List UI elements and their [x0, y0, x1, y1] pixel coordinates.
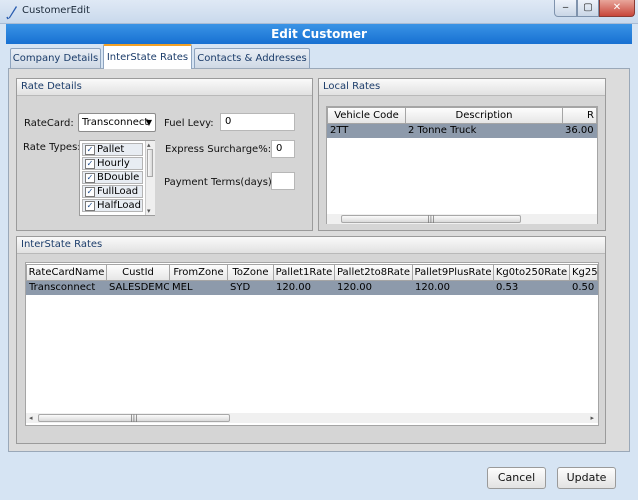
scroll-thumb[interactable]: |||: [341, 215, 521, 223]
cancel-button[interactable]: Cancel: [487, 467, 546, 489]
is-cell[interactable]: 120.00: [334, 281, 413, 295]
is-cell[interactable]: 120.00: [273, 281, 335, 295]
local-col-vehicle-code[interactable]: Vehicle Code: [327, 107, 406, 124]
scroll-right-icon[interactable]: ▸: [590, 413, 594, 423]
scroll-left-icon[interactable]: ◂: [29, 413, 33, 423]
app-feather-icon: [5, 4, 19, 20]
checkbox-checked-icon[interactable]: ✓: [85, 173, 95, 183]
is-col-fromzone[interactable]: FromZone: [169, 264, 228, 281]
rate-type-pallet[interactable]: ✓ Pallet: [82, 143, 143, 156]
page-title: Edit Customer: [6, 24, 632, 44]
express-surcharge-label: Express Surcharge%:: [165, 144, 272, 155]
fuel-levy-input[interactable]: 0: [220, 113, 295, 131]
payment-terms-label: Payment Terms(days): [164, 177, 272, 188]
local-cell[interactable]: 2 Tonne Truck: [405, 124, 563, 138]
rate-details-title: Rate Details: [17, 79, 312, 96]
is-cell[interactable]: Transconnect: [26, 281, 107, 295]
rate-types-list[interactable]: ✓ Pallet ✓ Hourly ✓ BDouble ✓ FullLoad ✓ Half…: [79, 140, 155, 216]
scroll-down-icon[interactable]: ▾: [147, 207, 151, 215]
title-bar: [0, 0, 638, 24]
rate-type-hourly[interactable]: ✓ Hourly: [82, 157, 143, 170]
local-col-description[interactable]: Description: [405, 107, 563, 124]
local-rates-title: Local Rates: [319, 79, 605, 96]
local-cell[interactable]: 2TT: [327, 124, 406, 138]
is-col-pallet9plusrate[interactable]: Pallet9PlusRate: [412, 264, 494, 281]
checkbox-checked-icon[interactable]: ✓: [85, 145, 95, 155]
checkbox-checked-icon[interactable]: ✓: [85, 187, 95, 197]
is-col-ratecardname[interactable]: RateCardName: [26, 264, 107, 281]
ratecard-value: Transconnect: [82, 117, 149, 128]
ratecard-select[interactable]: Transconnect ▼: [78, 113, 156, 132]
is-col-pallet1rate[interactable]: Pallet1Rate: [273, 264, 335, 281]
tab-contacts-addresses[interactable]: Contacts & Addresses: [194, 48, 310, 68]
rate-type-fullload[interactable]: ✓ FullLoad: [82, 185, 143, 198]
is-cell[interactable]: SALESDEMO: [106, 281, 170, 295]
is-col-kg0to250rate[interactable]: Kg0to250Rate: [493, 264, 570, 281]
express-surcharge-input[interactable]: 0: [271, 140, 295, 158]
rate-type-halfload[interactable]: ✓ HalfLoad: [82, 199, 143, 212]
is-cell[interactable]: 0.50: [569, 281, 598, 295]
rate-types-label: Rate Types:: [23, 142, 81, 153]
is-cell[interactable]: SYD: [227, 281, 274, 295]
interstate-rates-title: InterState Rates: [17, 237, 605, 254]
close-button[interactable]: ✕: [599, 0, 635, 17]
rate-type-bdouble[interactable]: ✓ BDouble: [82, 171, 143, 184]
is-col-custid[interactable]: CustId: [106, 264, 170, 281]
update-button[interactable]: Update: [557, 467, 616, 489]
scroll-thumb[interactable]: |||: [38, 414, 230, 422]
window-title: CustomerEdit: [22, 5, 90, 16]
scroll-thumb[interactable]: [147, 149, 153, 177]
ratecard-label: RateCard:: [24, 118, 74, 129]
local-col-rate[interactable]: R: [562, 107, 597, 124]
tab-company-details[interactable]: Company Details: [10, 48, 101, 68]
checkbox-checked-icon[interactable]: ✓: [85, 159, 95, 169]
checkbox-checked-icon[interactable]: ✓: [85, 201, 95, 211]
local-rates-hscrollbar[interactable]: |||: [327, 214, 597, 224]
maximize-button[interactable]: ▢: [577, 0, 599, 17]
is-cell[interactable]: 0.53: [493, 281, 570, 295]
is-col-pallet2to8rate[interactable]: Pallet2to8Rate: [334, 264, 413, 281]
scroll-up-icon[interactable]: ▴: [147, 141, 151, 149]
dropdown-arrow-icon[interactable]: ▼: [146, 114, 152, 131]
is-cell[interactable]: 120.00: [412, 281, 494, 295]
is-cell[interactable]: MEL: [169, 281, 228, 295]
rate-types-scrollbar[interactable]: ▴ ▾: [145, 141, 155, 215]
interstate-rates-hscrollbar[interactable]: ◂ ||| ▸: [26, 413, 598, 423]
local-cell[interactable]: 36.00: [562, 124, 597, 138]
fuel-levy-label: Fuel Levy:: [164, 118, 214, 129]
is-col-tozone[interactable]: ToZone: [227, 264, 274, 281]
payment-terms-input[interactable]: [271, 172, 295, 190]
tab-interstate-rates[interactable]: InterState Rates: [103, 44, 192, 69]
is-col-kg25[interactable]: Kg25: [569, 264, 598, 281]
minimize-button[interactable]: ‒: [554, 0, 577, 17]
